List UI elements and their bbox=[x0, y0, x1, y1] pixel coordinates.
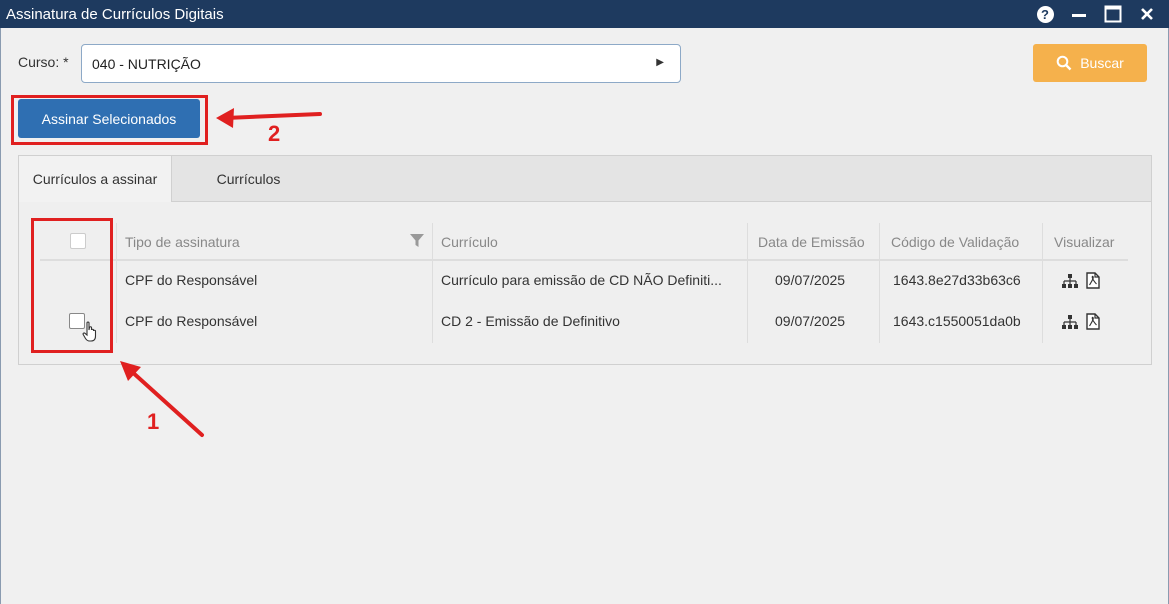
annotation-label-2: 2 bbox=[268, 121, 281, 146]
annotation-label-1: 1 bbox=[147, 409, 160, 434]
annotation-arrows bbox=[120, 108, 322, 437]
